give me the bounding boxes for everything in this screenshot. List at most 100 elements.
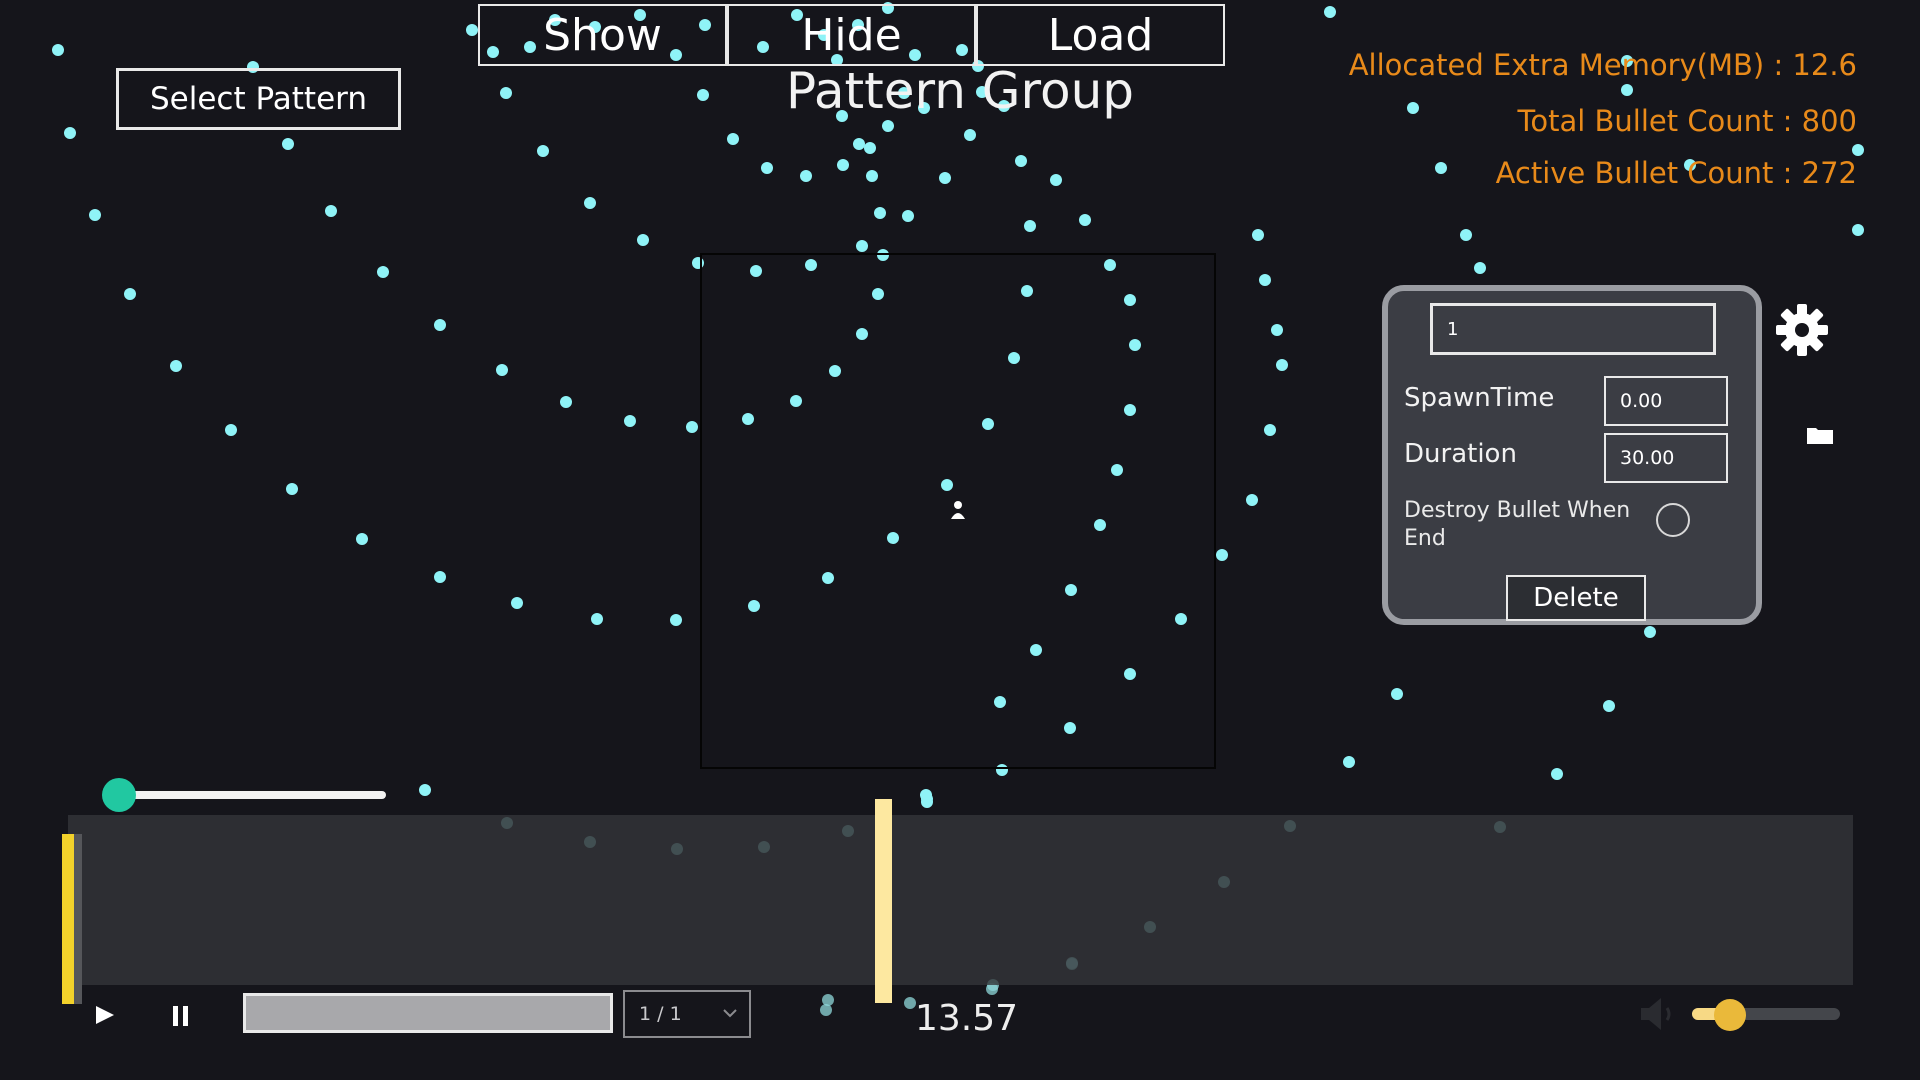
pause-icon[interactable] [170,1003,192,1029]
bullet [902,210,914,222]
active-bullet-count-stat: Active Bullet Count : 272 [1495,156,1857,190]
select-pattern-button[interactable]: Select Pattern [116,68,401,130]
bullet [624,415,636,427]
bullet [1391,688,1403,700]
bullet [820,1004,832,1016]
bullet [1621,84,1633,96]
bullet [64,127,76,139]
bullet [500,87,512,99]
bullet [124,288,136,300]
bullet [52,44,64,56]
bullet [800,170,812,182]
bullet [920,789,932,801]
bullet [1474,262,1486,274]
bullet [1324,6,1336,18]
duration-label: Duration [1404,439,1517,469]
page-select-value: 1 / 1 [639,1003,682,1025]
bullet [866,170,878,182]
bullet [584,197,596,209]
bullet [466,24,478,36]
bullet [921,793,933,805]
bullet [822,994,834,1006]
bullet [1271,324,1283,336]
bullet [939,172,951,184]
bullet [419,784,431,796]
bullet [853,138,865,150]
bullet [921,796,933,808]
bullet [727,133,739,145]
time-readout: 13.57 [915,998,1019,1039]
bullet [874,207,886,219]
volume-slider-handle[interactable] [1714,999,1746,1031]
bullet [864,142,876,154]
bullet [89,209,101,221]
bullet [1551,768,1563,780]
bullet [170,360,182,372]
bullet [325,205,337,217]
bullet [434,319,446,331]
bullet [1644,626,1656,638]
bullet [837,159,849,171]
bullet [761,162,773,174]
player-icon [951,501,965,519]
timeline-playhead[interactable] [875,799,892,1003]
bullet [686,421,698,433]
timeline-start-marker[interactable] [62,834,74,1004]
page-title: Pattern Group [786,62,1134,120]
gear-icon[interactable] [1775,303,1829,357]
bullet [856,240,868,252]
bullet [1852,144,1864,156]
pattern-settings-panel: SpawnTime Duration Destroy Bullet When E… [1382,285,1762,625]
allocated-memory-stat: Allocated Extra Memory(MB) : 12.6 [1348,48,1857,82]
bullet [1852,224,1864,236]
bullet [637,234,649,246]
speed-slider-track[interactable] [118,791,386,799]
duration-input[interactable] [1604,433,1728,483]
bullet [560,396,572,408]
folder-icon[interactable] [1806,425,1834,445]
bullet [964,129,976,141]
bullet [511,597,523,609]
bullet [225,424,237,436]
speaker-icon[interactable] [1637,994,1683,1034]
timeline[interactable] [68,815,1853,985]
pattern-name-input[interactable] [1430,303,1716,355]
bullet [882,120,894,132]
total-bullet-count-stat: Total Bullet Count : 800 [1517,104,1857,138]
bullet [1276,359,1288,371]
speed-slider[interactable] [102,778,386,812]
bullet [1079,214,1091,226]
show-button[interactable]: Show [478,4,727,66]
bullet [1252,229,1264,241]
spawn-time-input[interactable] [1604,376,1728,426]
bullet [1246,494,1258,506]
play-icon[interactable] [92,1000,118,1030]
delete-button[interactable]: Delete [1506,575,1646,621]
progress-bar[interactable] [243,993,613,1033]
bullet [1050,174,1062,186]
destroy-bullet-label: Destroy Bullet When End [1404,498,1631,551]
bullet [496,364,508,376]
speed-slider-handle[interactable] [102,778,136,812]
spawn-time-label: SpawnTime [1404,383,1555,413]
hide-button[interactable]: Hide [727,4,976,66]
bullet [1407,102,1419,114]
load-button[interactable]: Load [976,4,1225,66]
destroy-bullet-toggle[interactable] [1656,503,1690,537]
bullet [1435,162,1447,174]
bullet [670,614,682,626]
bullet [286,483,298,495]
chevron-down-icon [723,1009,737,1018]
bullet [1015,155,1027,167]
bullet [1603,700,1615,712]
bullet [356,533,368,545]
bullet [1024,220,1036,232]
bullet [1460,229,1472,241]
bullet [434,571,446,583]
bullet [377,266,389,278]
bullet [1343,756,1355,768]
bullet [591,613,603,625]
bullet [282,138,294,150]
page-select[interactable]: 1 / 1 [623,990,751,1038]
bullet [537,145,549,157]
